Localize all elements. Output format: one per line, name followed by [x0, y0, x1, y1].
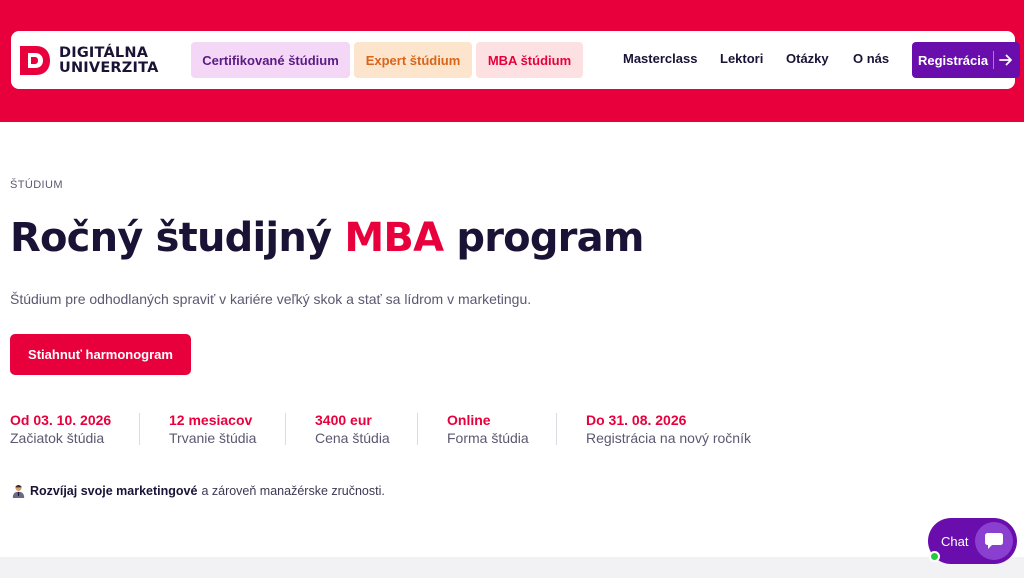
stat-value: 12 mesiacov [169, 412, 253, 428]
stat-label: Trvanie štúdia [169, 430, 257, 446]
stat-price: 3400 eur Cena štúdia [315, 412, 390, 446]
online-status-dot [929, 551, 940, 562]
stat-duration: 12 mesiacov Trvanie štúdia [169, 412, 256, 446]
nav-link-questions[interactable]: Otázky [786, 51, 829, 66]
navbar: DIGITÁLNA UNIVERZITA Certifikované štúdi… [11, 31, 1020, 89]
eyebrow-label: ŠTÚDIUM [10, 179, 63, 191]
motivation-rest: a zároveň manažérske zručnosti. [201, 484, 385, 498]
stat-registration-deadline: Do 31. 08. 2026 Registrácia na nový ročn… [586, 412, 751, 446]
nav-link-lecturers[interactable]: Lektori [720, 51, 763, 66]
register-button[interactable]: Registrácia [912, 42, 1020, 78]
nav-link-masterclass[interactable]: Masterclass [623, 51, 697, 66]
brand-line-1: DIGITÁLNA [59, 45, 149, 61]
logo[interactable]: DIGITÁLNA UNIVERZITA [18, 42, 168, 78]
chat-bubble-icon [985, 533, 1003, 549]
motivation-bold: Rozvíjaj svoje marketingové [30, 484, 198, 498]
stat-divider [556, 413, 557, 445]
stat-label: Registrácia na nový ročník [586, 430, 751, 446]
nav-link-about[interactable]: O nás [853, 51, 889, 66]
stat-start-date: Od 03. 10. 2026 Začiatok štúdia [10, 412, 111, 446]
arrow-right-icon [999, 54, 1012, 66]
page-title: Ročný študijný MBA program [10, 215, 644, 261]
register-divider [993, 51, 994, 69]
chat-label: Chat [941, 534, 969, 549]
chat-widget-button[interactable]: Chat [928, 518, 1017, 564]
stat-label: Začiatok štúdia [10, 430, 105, 446]
title-part-1: Ročný študijný [10, 215, 345, 261]
stat-value: Online [447, 412, 491, 428]
stat-label: Forma štúdia [447, 430, 529, 446]
brand-name: DIGITÁLNA UNIVERZITA [59, 46, 159, 76]
person-icon [12, 485, 25, 498]
stat-divider [417, 413, 418, 445]
title-accent: MBA [344, 215, 444, 261]
nav-pill-certified-study[interactable]: Certifikované štúdium [191, 42, 350, 78]
nav-pill-mba-study[interactable]: MBA štúdium [476, 42, 583, 78]
brand-line-2: UNIVERZITA [59, 60, 159, 76]
title-part-2: program [443, 215, 644, 261]
stat-value: Do 31. 08. 2026 [586, 412, 687, 428]
hero-subtitle: Štúdium pre odhodlaných spraviť v kariér… [10, 291, 532, 307]
stat-divider [285, 413, 286, 445]
nav-pill-expert-study[interactable]: Expert štúdium [354, 42, 472, 78]
stat-study-form: Online Forma štúdia [447, 412, 529, 446]
stat-value: 3400 eur [315, 412, 372, 428]
download-schedule-button[interactable]: Stiahnuť harmonogram [10, 334, 191, 375]
register-label: Registrácia [918, 52, 989, 68]
motivation-line: Rozvíjaj svoje marketingové a zároveň ma… [12, 484, 385, 498]
next-section-edge [0, 557, 1024, 578]
stat-value: Od 03. 10. 2026 [10, 412, 112, 428]
stat-label: Cena štúdia [315, 430, 390, 446]
du-monogram-icon [20, 46, 50, 75]
stat-divider [139, 413, 140, 445]
chat-bubble [975, 522, 1013, 560]
